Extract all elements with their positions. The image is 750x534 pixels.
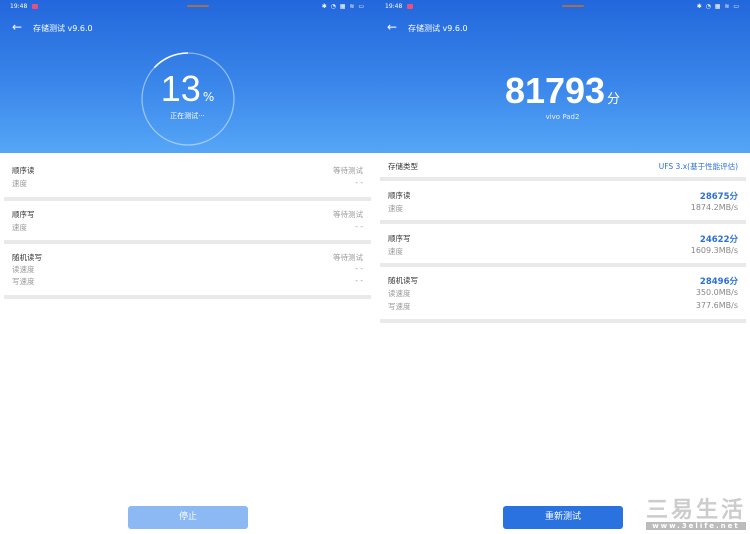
sequential-write-card: 顺序写 24622分 速度 1609.3MB/s <box>380 224 746 267</box>
row-label: 速度 <box>12 223 27 232</box>
random-rw-card: 随机读写 等待测试 读速度 - - 写速度 - - <box>4 244 371 299</box>
row-label: 速度 <box>388 247 403 256</box>
row-value: - - <box>355 276 363 285</box>
notification-icon <box>407 4 413 9</box>
item-label: 随机读写 <box>388 276 418 285</box>
page-title: 存储测试 v9.6.0 <box>408 24 468 33</box>
status-bar: 19:48 ✱ ◔ ▦ ≋ ▭ <box>385 3 740 13</box>
storage-type-card: 存储类型 UFS 3.x(基于性能评估) <box>380 153 746 181</box>
row-value: 1609.3MB/s <box>690 246 738 255</box>
item-label: 随机读写 <box>12 253 42 262</box>
status-bar: 19:48 ✱ ◔ ▦ ≋ ▭ <box>10 3 365 13</box>
row-value: - - <box>355 264 363 273</box>
row-value: 377.6MB/s <box>695 301 738 310</box>
item-label: 顺序写 <box>12 210 35 219</box>
row-value: - - <box>355 222 363 231</box>
row-label: 写速度 <box>388 302 411 311</box>
row-label: 读速度 <box>12 265 35 274</box>
item-status: 等待测试 <box>333 210 363 219</box>
status-time: 19:48 <box>385 3 403 10</box>
item-score: 24622分 <box>699 235 738 245</box>
sequential-read-card: 顺序读 28675分 速度 1874.2MB/s <box>380 181 746 224</box>
random-rw-card: 随机读写 28496分 读速度 350.0MB/s 写速度 377.6MB/s <box>380 267 746 323</box>
result-screen: 19:48 ✱ ◔ ▦ ≋ ▭ ← 存储测试 v9.6.0 81793 分 viv… <box>375 0 750 534</box>
item-status: 等待测试 <box>333 253 363 262</box>
drag-handle[interactable] <box>187 5 209 7</box>
sequential-write-card: 顺序写 等待测试 速度 - - <box>4 201 371 244</box>
back-arrow-icon[interactable]: ← <box>12 20 22 34</box>
storage-type-label: 存储类型 <box>388 162 418 171</box>
page-title: 存储测试 v9.6.0 <box>33 24 93 33</box>
item-label: 顺序读 <box>388 191 411 200</box>
row-value: 350.0MB/s <box>695 288 738 297</box>
row-label: 速度 <box>12 179 27 188</box>
testing-screen: 19:48 ✱ ◔ ▦ ≋ ▭ ← 存储测试 v9.6.0 13% 正在测试··… <box>0 0 375 534</box>
row-label: 写速度 <box>12 277 35 286</box>
item-score: 28496分 <box>699 277 738 287</box>
total-score: 81793 分 <box>504 70 621 111</box>
header: 19:48 ✱ ◔ ▦ ≋ ▭ ← 存储测试 v9.6.0 13% 正在测试··… <box>0 0 375 153</box>
status-time: 19:48 <box>10 3 28 10</box>
progress-percent: 13% <box>160 68 215 109</box>
notification-icon <box>32 4 38 9</box>
storage-type-value: UFS 3.x(基于性能评估) <box>658 162 738 171</box>
status-icons: ✱ ◔ ▦ ≋ ▭ <box>321 3 365 10</box>
row-label: 读速度 <box>388 289 411 298</box>
row-value: 1874.2MB/s <box>690 203 738 212</box>
item-label: 顺序写 <box>388 234 411 243</box>
row-value: - - <box>355 178 363 187</box>
back-arrow-icon[interactable]: ← <box>387 20 397 34</box>
item-label: 顺序读 <box>12 166 35 175</box>
item-status: 等待测试 <box>333 166 363 175</box>
progress-status: 正在测试··· <box>170 112 205 120</box>
header: 19:48 ✱ ◔ ▦ ≋ ▭ ← 存储测试 v9.6.0 81793 分 viv… <box>375 0 750 153</box>
row-label: 速度 <box>388 204 403 213</box>
watermark-logo: 三易生活 www.3elife.net <box>645 498 746 530</box>
retest-button[interactable]: 重新测试 <box>503 506 623 529</box>
drag-handle[interactable] <box>562 5 584 7</box>
stop-button[interactable]: 停止 <box>128 506 248 529</box>
status-icons: ✱ ◔ ▦ ≋ ▭ <box>696 3 740 10</box>
item-score: 28675分 <box>699 192 738 202</box>
device-name: vivo Pad2 <box>545 113 580 121</box>
sequential-read-card: 顺序读 等待测试 速度 - - <box>4 153 371 201</box>
